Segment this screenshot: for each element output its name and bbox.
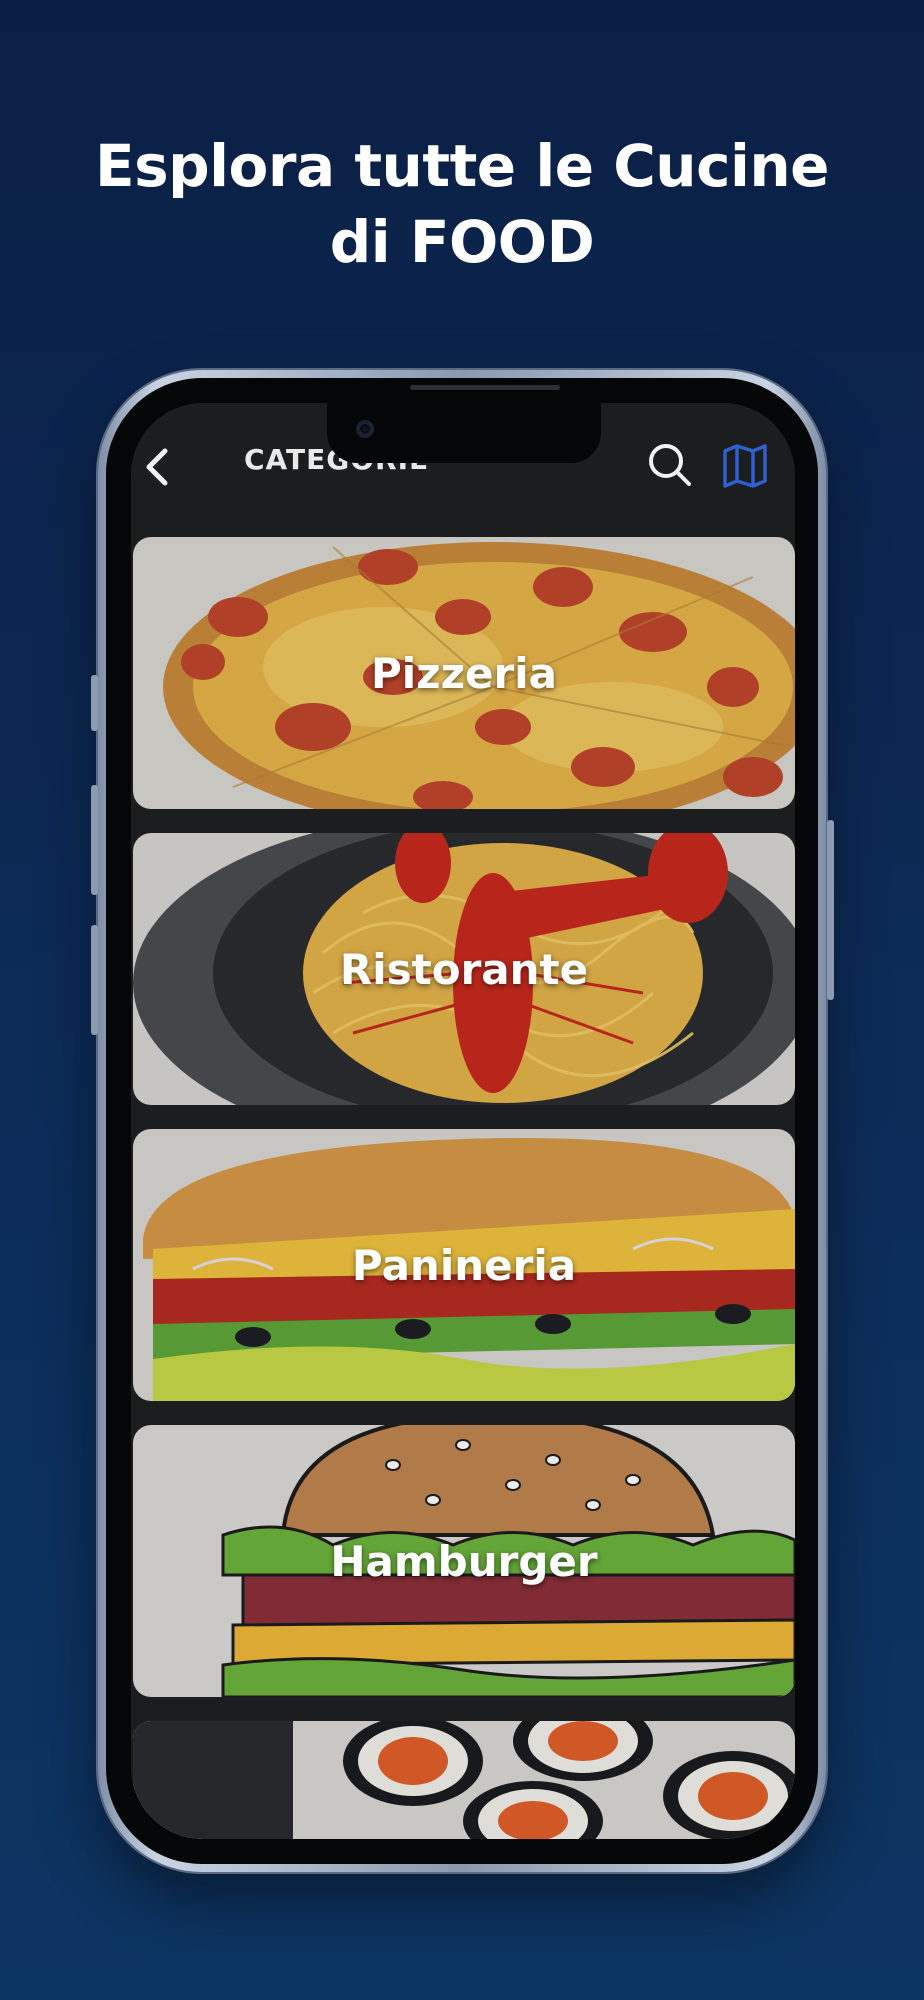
phone-speaker [410,385,560,390]
category-card-sushi[interactable] [133,1721,795,1839]
category-list: Pizzeria Ristorante Panineria Hamburger [131,537,795,1839]
phone-screen: CATEGORIE Pizzeria Ristorante Panineria … [131,403,795,1839]
volume-up-button [91,785,98,895]
power-button [827,820,834,1000]
front-camera [356,420,374,438]
category-label: Panineria [351,1241,577,1290]
category-card-panineria[interactable]: Panineria [133,1129,795,1401]
category-label: Pizzeria [370,649,557,698]
map-button[interactable] [721,443,769,489]
category-card-pizzeria[interactable]: Pizzeria [133,537,795,809]
map-icon [723,444,767,488]
search-icon [649,444,691,486]
category-label: Ristorante [339,945,589,994]
mute-switch [91,675,98,731]
search-button[interactable] [646,441,694,489]
promo-headline: Esplora tutte le Cucine di FOOD [0,128,924,280]
category-card-ristorante[interactable]: Ristorante [133,833,795,1105]
chevron-left-icon [146,448,168,486]
back-button[interactable] [139,443,179,491]
category-card-hamburger[interactable]: Hamburger [133,1425,795,1697]
card-overlay [133,1721,795,1839]
headline-line-2: di FOOD [329,208,595,276]
headline-line-1: Esplora tutte le Cucine [95,132,829,200]
category-label: Hamburger [330,1537,598,1586]
volume-down-button [91,925,98,1035]
